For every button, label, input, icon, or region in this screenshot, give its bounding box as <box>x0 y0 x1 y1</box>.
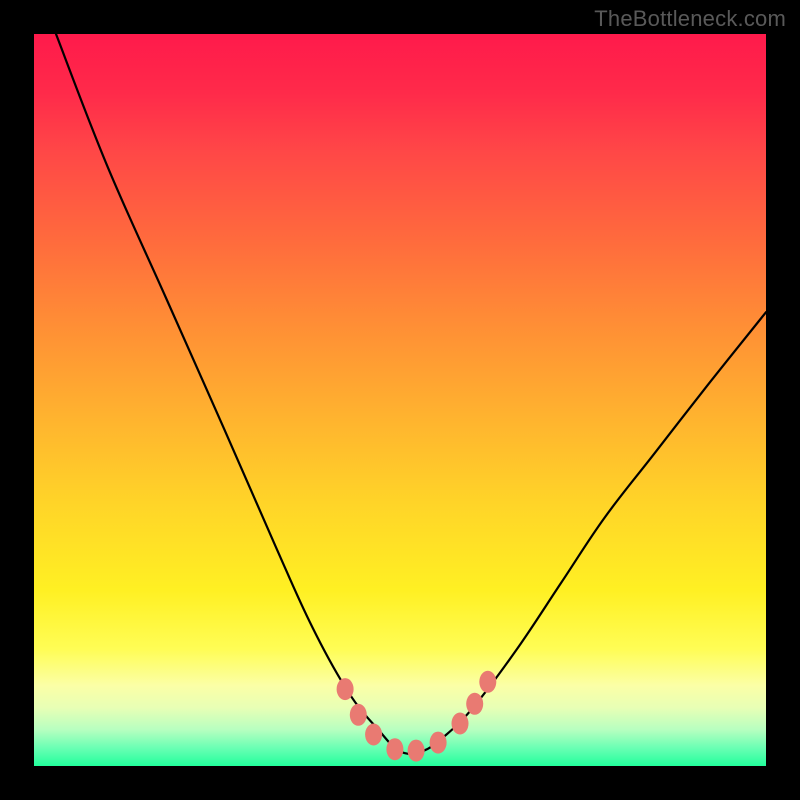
curve-marker <box>408 740 425 762</box>
curve-marker <box>386 738 403 760</box>
curve-marker <box>452 713 469 735</box>
chart-svg <box>34 34 766 766</box>
curve-marker <box>337 678 354 700</box>
plot-area <box>34 34 766 766</box>
curve-marker <box>430 732 447 754</box>
curve-markers <box>337 671 497 762</box>
curve-marker <box>479 671 496 693</box>
curve-marker <box>350 704 367 726</box>
curve-marker <box>365 724 382 746</box>
bottleneck-curve <box>56 34 766 754</box>
curve-marker <box>466 693 483 715</box>
watermark-text: TheBottleneck.com <box>594 6 786 32</box>
chart-frame: TheBottleneck.com <box>0 0 800 800</box>
